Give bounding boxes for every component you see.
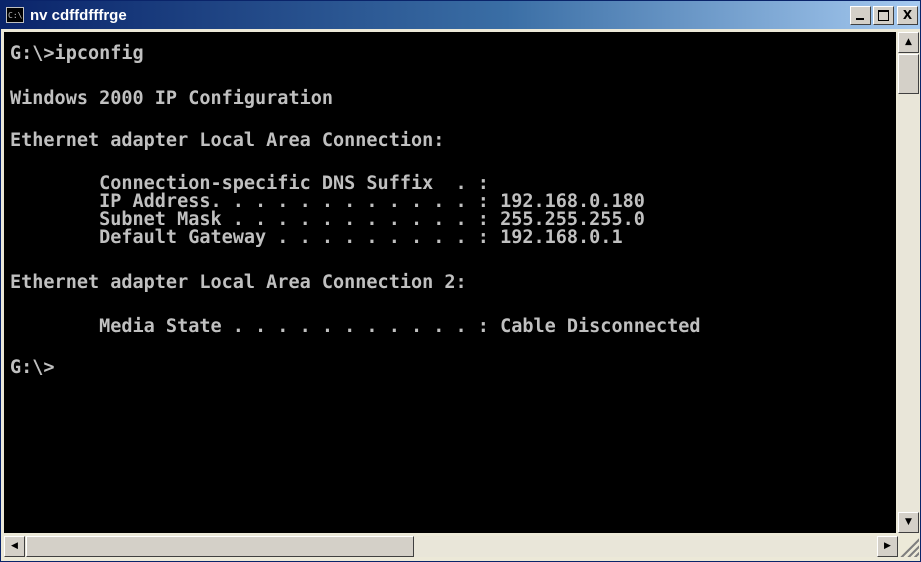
console-line: Windows 2000 IP Configuration bbox=[10, 88, 334, 109]
console-prompt: G:\> bbox=[10, 357, 55, 378]
close-button[interactable]: X bbox=[897, 5, 918, 25]
scroll-down-button[interactable]: ▼ bbox=[898, 512, 919, 533]
scroll-right-button[interactable]: ▶ bbox=[877, 536, 898, 557]
console-line: Media State . . . . . . . . . . . : Cabl… bbox=[10, 316, 701, 337]
minimize-button[interactable] bbox=[850, 5, 871, 25]
scroll-up-button[interactable]: ▲ bbox=[898, 32, 919, 53]
arrow-left-icon: ◀ bbox=[11, 541, 18, 551]
console-line: G:\>ipconfig bbox=[10, 43, 144, 64]
horizontal-scroll-thumb[interactable] bbox=[26, 536, 414, 557]
arrow-down-icon: ▼ bbox=[905, 517, 912, 527]
vertical-scrollbar[interactable]: ▲ ▼ bbox=[898, 32, 919, 533]
arrow-up-icon: ▲ bbox=[905, 37, 912, 47]
window-title: nv cdffdfffrge bbox=[30, 6, 127, 24]
title-bar[interactable]: C:\ nv cdffdfffrge X bbox=[1, 1, 920, 29]
close-icon: X bbox=[902, 7, 913, 22]
maximize-icon bbox=[878, 9, 889, 21]
title-buttons: X bbox=[848, 5, 918, 25]
console-line: Default Gateway . . . . . . . . . : 192.… bbox=[10, 227, 623, 248]
console-window: C:\ nv cdffdfffrge X G:\>ipconfig Window… bbox=[0, 0, 921, 562]
vertical-scroll-thumb[interactable] bbox=[898, 54, 919, 94]
arrow-right-icon: ▶ bbox=[884, 541, 891, 551]
maximize-button[interactable] bbox=[873, 5, 894, 25]
scroll-left-button[interactable]: ◀ bbox=[4, 536, 25, 557]
horizontal-scrollbar[interactable]: ◀ ▶ bbox=[4, 536, 898, 557]
minimize-icon bbox=[856, 17, 864, 20]
console-icon[interactable]: C:\ bbox=[6, 7, 24, 23]
console-line: Ethernet adapter Local Area Connection 2… bbox=[10, 272, 467, 293]
console-line: Ethernet adapter Local Area Connection: bbox=[10, 130, 445, 151]
console-output[interactable]: G:\>ipconfig Windows 2000 IP Configurati… bbox=[4, 32, 896, 533]
resize-grip-icon[interactable] bbox=[898, 536, 919, 557]
